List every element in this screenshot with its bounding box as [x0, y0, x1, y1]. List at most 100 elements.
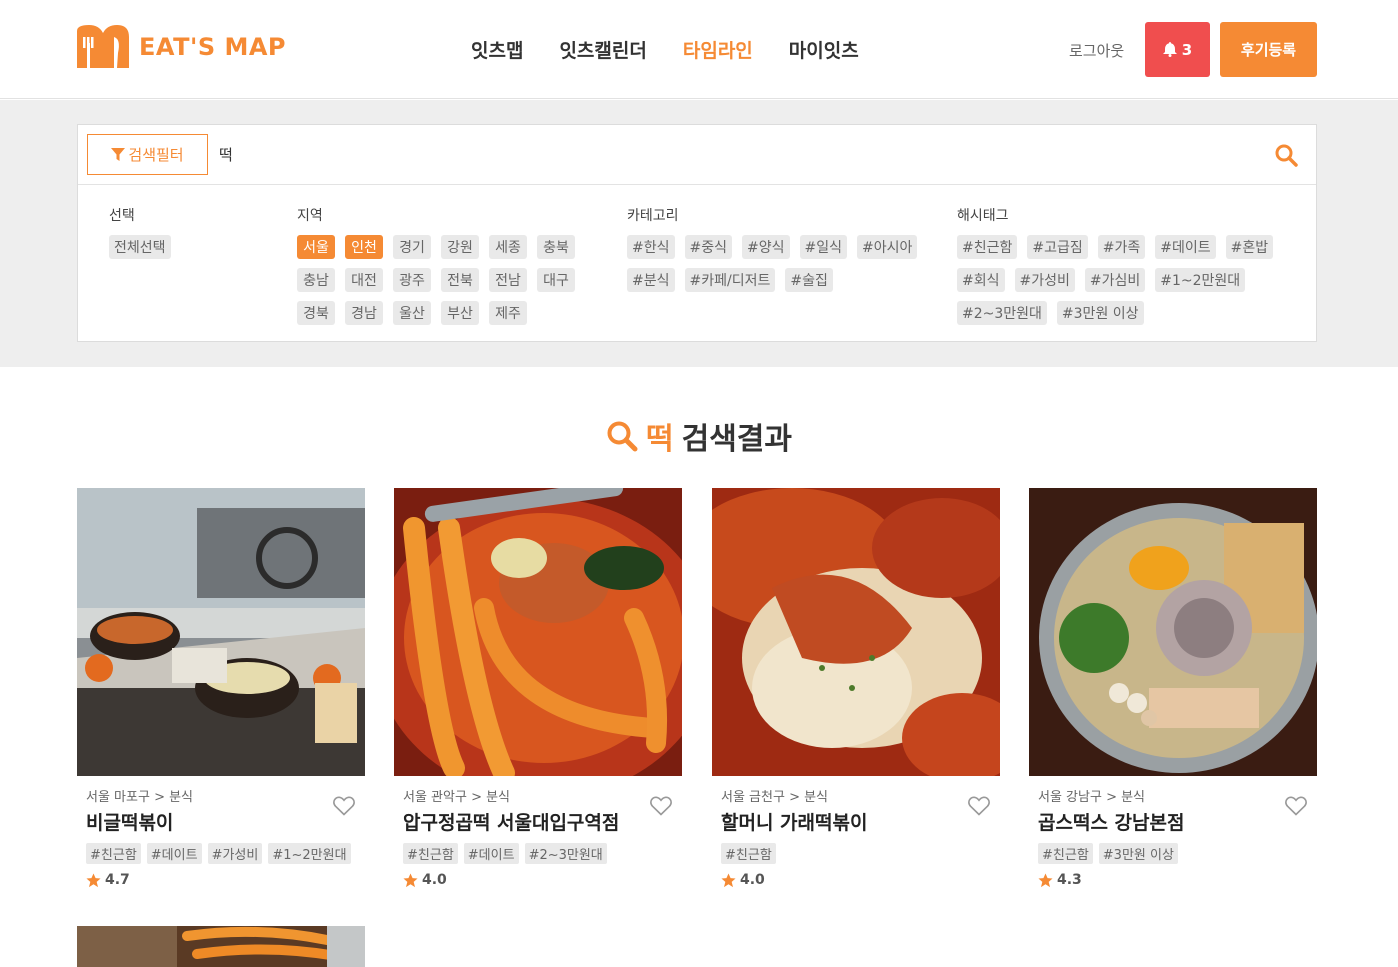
- filter-chip[interactable]: #2~3만원대: [957, 301, 1047, 325]
- filter-chip[interactable]: 부산: [441, 301, 479, 325]
- notification-button[interactable]: 3: [1145, 22, 1210, 77]
- nav-my-eats[interactable]: 마이잇츠: [789, 36, 859, 63]
- restaurant-card[interactable]: 서울 관악구 > 분식 압구정곱떡 서울대입구역점 #친근함 #데이트 #2~3만원…: [394, 488, 682, 888]
- filter-chip[interactable]: #가성비: [1014, 268, 1075, 292]
- star-icon: [1038, 872, 1053, 887]
- heart-icon[interactable]: [333, 796, 355, 816]
- filter-icon: [111, 147, 126, 161]
- filter-chip[interactable]: 세종: [489, 235, 527, 259]
- filter-chip[interactable]: #술집: [785, 268, 833, 292]
- rating: 4.3: [1038, 872, 1308, 888]
- tag-list: #친근함 #데이트 #가성비 #1~2만원대: [86, 843, 356, 864]
- write-review-button[interactable]: 후기등록: [1220, 22, 1317, 77]
- filter-chip[interactable]: 전체선택: [109, 235, 171, 259]
- filter-chip[interactable]: 서울: [297, 235, 335, 259]
- restaurant-name[interactable]: 곱스떡스 강남본점: [1038, 808, 1308, 835]
- filter-chip[interactable]: #아시아: [857, 235, 918, 259]
- filter-chip[interactable]: 인천: [345, 235, 383, 259]
- nav-eats-map[interactable]: 잇츠맵: [471, 36, 523, 63]
- filter-group-region: 지역 서울 인천 경기 강원 세종 충북충남 대전 광주 전북 전남 대구경북 경남 울산 부산 제주: [297, 205, 597, 325]
- filter-chip[interactable]: #가족: [1097, 235, 1146, 259]
- filter-chip[interactable]: #한식: [627, 235, 675, 259]
- results-title-text: 검색결과: [681, 422, 792, 457]
- logo-text: EAT'S MAP: [139, 32, 287, 61]
- restaurant-name[interactable]: 할머니 가래떡볶이: [721, 808, 991, 835]
- filter-chip[interactable]: 경남: [345, 301, 383, 325]
- filter-panel: 검색필터 떡 선택 전체선택 지역 서울 인천 경기 강원 세종 충북충남 대전 광주 전북 전남…: [77, 124, 1317, 342]
- heart-icon[interactable]: [650, 796, 672, 816]
- filter-chip[interactable]: #가심비: [1084, 268, 1146, 292]
- hashtag-tag: #1~2만원대: [268, 843, 351, 864]
- hashtag-tag: #데이트: [463, 843, 519, 864]
- rating-value: 4.7: [105, 872, 130, 888]
- filter-chip[interactable]: #3만원 이상: [1056, 301, 1144, 325]
- filter-chip[interactable]: #회식: [957, 268, 1005, 292]
- filter-chip[interactable]: #분식: [627, 268, 675, 292]
- restaurant-photo[interactable]: [1029, 488, 1317, 776]
- filter-group-hashtag: 해시태그 #친근함 #고급짐 #가족 #데이트 #혼밥 #회식 #가성비 #가심비 #1~2만원…: [957, 205, 1277, 325]
- filter-chip[interactable]: #양식: [742, 235, 790, 259]
- heart-icon[interactable]: [1285, 796, 1307, 816]
- restaurant-card[interactable]: 서울 마포구 > 분식 비글떡볶이 #친근함 #데이트 #가성비 #1~2만원대 4.…: [77, 488, 365, 888]
- filter-chip[interactable]: #고급짐: [1027, 235, 1088, 259]
- filter-chip[interactable]: #카페/디저트: [684, 268, 776, 292]
- filter-group-select: 선택 전체선택: [109, 205, 259, 259]
- filter-chip[interactable]: 충북: [537, 235, 575, 259]
- chip-list: 서울 인천 경기 강원 세종 충북충남 대전 광주 전북 전남 대구경북 경남 울산 부산 제주: [297, 235, 597, 325]
- heart-icon[interactable]: [968, 796, 990, 816]
- star-icon: [721, 872, 736, 887]
- rating: 4.7: [86, 872, 356, 888]
- rating: 4.0: [403, 872, 673, 888]
- rating-value: 4.3: [1057, 872, 1082, 888]
- filter-chip[interactable]: 충남: [297, 268, 335, 292]
- restaurant-name[interactable]: 압구정곱떡 서울대입구역점: [403, 808, 673, 835]
- search-input[interactable]: 떡: [219, 144, 233, 165]
- filter-chip[interactable]: 전북: [441, 268, 479, 292]
- restaurant-photo[interactable]: [394, 488, 682, 776]
- logo[interactable]: EAT'S MAP: [77, 25, 286, 68]
- hashtag-tag: #2~3만원대: [524, 843, 607, 864]
- search-icon[interactable]: [1274, 143, 1298, 167]
- search-filter-button[interactable]: 검색필터: [87, 134, 208, 175]
- filter-group-title: 카테고리: [627, 208, 679, 224]
- filter-group-title: 지역: [297, 208, 323, 224]
- filter-chip[interactable]: 강원: [441, 235, 479, 259]
- filter-chip[interactable]: #중식: [684, 235, 732, 259]
- results-keyword: 떡: [645, 422, 674, 457]
- restaurant-location: 서울 관악구 > 분식: [403, 790, 511, 805]
- restaurant-photo[interactable]: [77, 926, 365, 967]
- filter-chip[interactable]: #데이트: [1155, 235, 1216, 259]
- hashtag-tag: #친근함: [1038, 843, 1093, 864]
- restaurant-photo[interactable]: [77, 488, 365, 776]
- card-info: 서울 강남구 > 분식 곱스떡스 강남본점 #친근함 #3만원 이상 4.3: [1029, 776, 1317, 888]
- rating: 4.0: [721, 872, 991, 888]
- restaurant-card[interactable]: 서울 강남구 > 분식 곱스떡스 강남본점 #친근함 #3만원 이상 4.3: [1029, 488, 1317, 888]
- filter-chip[interactable]: 광주: [393, 268, 431, 292]
- restaurant-location: 서울 마포구 > 분식: [86, 790, 194, 805]
- filter-chip[interactable]: #1~2만원대: [1155, 268, 1246, 292]
- logo-icon: [77, 25, 129, 68]
- filter-chip[interactable]: 경북: [297, 301, 335, 325]
- filter-chip[interactable]: 전남: [489, 268, 527, 292]
- card-info: 서울 관악구 > 분식 압구정곱떡 서울대입구역점 #친근함 #데이트 #2~3만원…: [394, 776, 682, 888]
- filter-chip[interactable]: 경기: [393, 235, 431, 259]
- nav-timeline[interactable]: 타임라인: [683, 36, 753, 63]
- logout-link[interactable]: 로그아웃: [1069, 40, 1124, 61]
- rating-value: 4.0: [740, 872, 765, 888]
- nav-eats-calendar[interactable]: 잇츠캘린더: [559, 36, 646, 63]
- filter-chip[interactable]: #혼밥: [1225, 235, 1274, 259]
- restaurant-photo[interactable]: [712, 488, 1000, 776]
- filter-chip[interactable]: 제주: [489, 301, 527, 325]
- chip-list: #친근함 #고급짐 #가족 #데이트 #혼밥 #회식 #가성비 #가심비 #1~2만원대 #2~3…: [957, 235, 1277, 325]
- filter-chip[interactable]: 대구: [537, 268, 575, 292]
- restaurant-name[interactable]: 비글떡볶이: [86, 808, 356, 835]
- hashtag-tag: #데이트: [146, 843, 202, 864]
- filter-chip[interactable]: #친근함: [957, 235, 1018, 259]
- filter-chip[interactable]: 대전: [345, 268, 383, 292]
- chip-list: #한식 #중식 #양식 #일식 #아시아 #분식 #카페/디저트 #술집: [627, 235, 927, 292]
- filter-chip[interactable]: #일식: [799, 235, 847, 259]
- restaurant-location: 서울 강남구 > 분식: [1038, 790, 1146, 805]
- filter-chip[interactable]: 울산: [393, 301, 431, 325]
- hashtag-tag: #친근함: [721, 843, 776, 864]
- restaurant-card[interactable]: 서울 금천구 > 분식 할머니 가래떡볶이 #친근함 4.0: [712, 488, 1000, 888]
